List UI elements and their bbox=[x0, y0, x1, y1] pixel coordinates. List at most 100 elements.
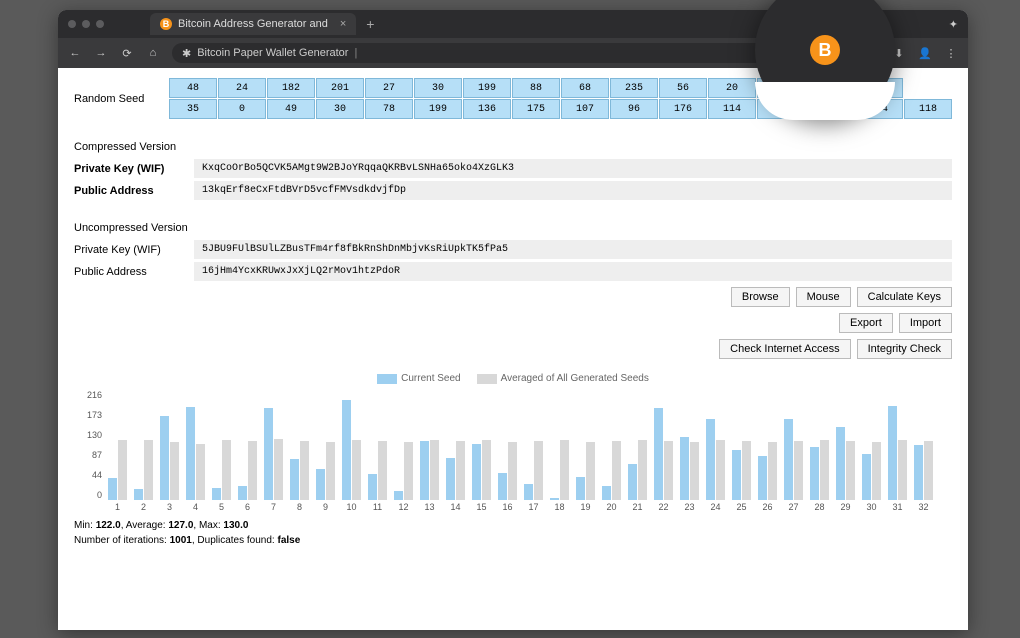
bar-current bbox=[160, 416, 169, 500]
seed-cell[interactable]: 30 bbox=[414, 78, 462, 98]
bar-current bbox=[680, 437, 689, 500]
bar-group bbox=[600, 441, 623, 500]
gear-icon[interactable]: ✦ bbox=[949, 18, 958, 31]
reload-icon[interactable]: ⟳ bbox=[120, 46, 134, 60]
bar-current bbox=[706, 419, 715, 500]
browse-button[interactable]: Browse bbox=[731, 287, 790, 307]
bar-group bbox=[392, 442, 415, 500]
bar-current bbox=[524, 484, 533, 500]
seed-cell[interactable]: 20 bbox=[708, 78, 756, 98]
seed-cell[interactable]: 114 bbox=[708, 99, 756, 119]
bar-current bbox=[784, 419, 793, 500]
seed-cell[interactable]: 107 bbox=[561, 99, 609, 119]
random-seed-label: Random Seed bbox=[74, 93, 169, 105]
bar-current bbox=[758, 456, 767, 500]
bar-group bbox=[262, 408, 285, 500]
back-icon[interactable]: ← bbox=[68, 46, 82, 60]
bar-group bbox=[236, 441, 259, 500]
bar-group bbox=[314, 442, 337, 500]
calculate-keys-button[interactable]: Calculate Keys bbox=[857, 287, 952, 307]
u-public-address-label: Public Address bbox=[74, 266, 194, 278]
u-public-address-value[interactable]: 16jHm4YcxKRUwxJxXjLQ2rMov1htzPdoR bbox=[194, 262, 952, 281]
bar-averaged bbox=[144, 440, 153, 500]
browser-tab[interactable]: B Bitcoin Address Generator and × bbox=[150, 13, 356, 35]
bar-current bbox=[654, 408, 663, 500]
seed-cell[interactable]: 88 bbox=[512, 78, 560, 98]
bar-group bbox=[340, 400, 363, 500]
seed-cell[interactable]: 96 bbox=[610, 99, 658, 119]
seed-cell[interactable]: 0 bbox=[218, 99, 266, 119]
bar-current bbox=[472, 444, 481, 500]
bar-current bbox=[342, 400, 351, 500]
bar-current bbox=[368, 474, 377, 500]
mouse-button[interactable]: Mouse bbox=[796, 287, 851, 307]
seed-cell[interactable]: 68 bbox=[561, 78, 609, 98]
close-icon[interactable]: × bbox=[340, 18, 346, 30]
integrity-check-button[interactable]: Integrity Check bbox=[857, 339, 952, 359]
seed-cell[interactable]: 199 bbox=[463, 78, 511, 98]
bar-current bbox=[134, 489, 143, 500]
seed-cell[interactable]: 176 bbox=[659, 99, 707, 119]
tab-title: Bitcoin Address Generator and bbox=[178, 18, 328, 30]
seed-cell[interactable]: 201 bbox=[316, 78, 364, 98]
new-tab-icon[interactable]: + bbox=[366, 16, 374, 32]
bar-averaged bbox=[378, 441, 387, 500]
bar-current bbox=[446, 458, 455, 500]
bitcoin-extension-icon[interactable]: B bbox=[810, 35, 840, 65]
menu-icon[interactable]: ⋮ bbox=[944, 46, 958, 60]
seed-cell[interactable]: 118 bbox=[904, 99, 952, 119]
bar-group bbox=[704, 419, 727, 500]
seed-cell[interactable]: 78 bbox=[365, 99, 413, 119]
bar-current bbox=[810, 447, 819, 500]
seed-cell[interactable]: 235 bbox=[610, 78, 658, 98]
bar-averaged bbox=[482, 440, 491, 500]
bar-group bbox=[756, 442, 779, 500]
seed-cell[interactable]: 136 bbox=[463, 99, 511, 119]
bar-group bbox=[132, 440, 155, 500]
private-key-value[interactable]: KxqCoOrBo5QCVK5AMgt9W2BJoYRqqaQKRBvLSNHa… bbox=[194, 159, 952, 178]
bar-group bbox=[782, 419, 805, 500]
bar-current bbox=[108, 478, 117, 500]
traffic-dot bbox=[68, 20, 76, 28]
u-private-key-value[interactable]: 5JBU9FUlBSUlLZBusTFm4rf8fBkRnShDnMbjvKsR… bbox=[194, 240, 952, 259]
bar-averaged bbox=[430, 440, 439, 500]
forward-icon[interactable]: → bbox=[94, 46, 108, 60]
check-internet-button[interactable]: Check Internet Access bbox=[719, 339, 850, 359]
public-address-value[interactable]: 13kqErf8eCxFtdBVrD5vcfFMVsdkdvjfDp bbox=[194, 181, 952, 200]
seed-cell[interactable]: 56 bbox=[659, 78, 707, 98]
seed-cell[interactable]: 175 bbox=[512, 99, 560, 119]
bar-group bbox=[210, 440, 233, 500]
bar-current bbox=[732, 450, 741, 500]
seed-cell[interactable]: 27 bbox=[365, 78, 413, 98]
bar-group bbox=[574, 442, 597, 500]
bar-averaged bbox=[560, 440, 569, 500]
bar-averaged bbox=[898, 440, 907, 500]
bar-group bbox=[912, 441, 935, 500]
seed-cell[interactable]: 35 bbox=[169, 99, 217, 119]
bar-current bbox=[212, 488, 221, 501]
bar-averaged bbox=[300, 441, 309, 500]
bar-group bbox=[288, 441, 311, 500]
bar-averaged bbox=[326, 442, 335, 500]
seed-chart: 21617313087440 bbox=[106, 390, 952, 500]
seed-cell[interactable]: 182 bbox=[267, 78, 315, 98]
seed-cell[interactable]: 30 bbox=[316, 99, 364, 119]
seed-cell[interactable]: 48 bbox=[169, 78, 217, 98]
import-button[interactable]: Import bbox=[899, 313, 952, 333]
export-button[interactable]: Export bbox=[839, 313, 893, 333]
bar-averaged bbox=[222, 440, 231, 500]
legend-swatch-avg bbox=[477, 374, 497, 384]
bar-group bbox=[808, 440, 831, 500]
seed-cell[interactable]: 24 bbox=[218, 78, 266, 98]
bar-group bbox=[184, 407, 207, 500]
home-icon[interactable]: ⌂ bbox=[146, 46, 160, 60]
compressed-title: Compressed Version bbox=[74, 141, 952, 153]
legend-swatch-current bbox=[377, 374, 397, 384]
profile-icon[interactable]: 👤 bbox=[918, 46, 932, 60]
bar-averaged bbox=[586, 442, 595, 500]
seed-cell[interactable]: 49 bbox=[267, 99, 315, 119]
legend-averaged: Averaged of All Generated Seeds bbox=[501, 373, 649, 384]
bar-group bbox=[366, 441, 389, 500]
seed-cell[interactable]: 199 bbox=[414, 99, 462, 119]
bar-current bbox=[420, 441, 429, 500]
